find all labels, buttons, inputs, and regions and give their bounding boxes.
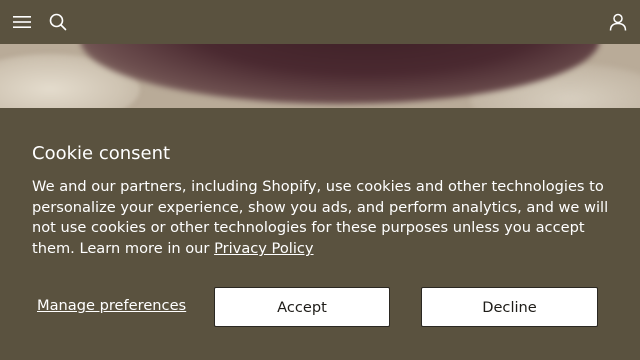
search-icon [49,13,67,31]
hamburger-menu-icon [13,16,31,28]
decline-button[interactable]: Decline [421,287,598,327]
manage-preferences-link[interactable]: Manage preferences [37,296,186,316]
search-button[interactable] [44,8,72,36]
banner-title: Cookie consent [32,143,171,164]
banner-body-text: We and our partners, including Shopify, … [32,178,609,258]
privacy-policy-link[interactable]: Privacy Policy [214,240,313,257]
menu-button[interactable] [8,8,36,36]
account-icon [609,13,627,31]
cookie-consent-banner: Cookie consent We and our partners, incl… [0,108,640,360]
account-button[interactable] [604,8,632,36]
accept-button[interactable]: Accept [214,287,390,327]
site-header [0,0,640,44]
hero-image [0,44,640,110]
banner-text: We and our partners, including Shopify, … [32,177,616,260]
